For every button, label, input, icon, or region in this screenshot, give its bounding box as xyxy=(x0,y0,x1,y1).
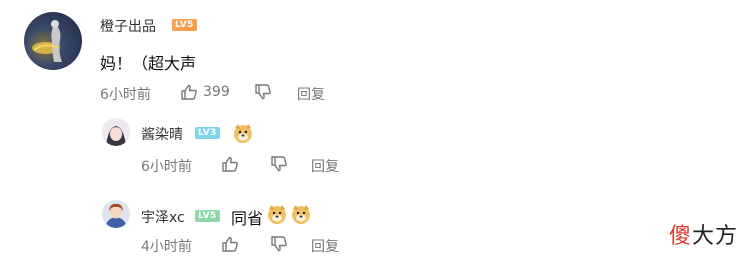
level-badge: LV5 xyxy=(172,19,197,31)
comment-time: 4小时前 xyxy=(141,239,192,255)
thumbs-up-icon[interactable] xyxy=(221,155,239,177)
user-avatar[interactable] xyxy=(102,118,130,146)
comment-time: 6小时前 xyxy=(100,87,151,103)
comment-time: 6小时前 xyxy=(141,159,192,175)
level-badge: LV5 xyxy=(195,210,220,222)
avatar-image xyxy=(102,118,130,146)
doge-emoji-icon xyxy=(290,203,312,225)
thumbs-down-icon[interactable] xyxy=(254,83,272,105)
doge-emoji-icon xyxy=(266,203,288,225)
thumbs-up-icon[interactable] xyxy=(180,83,198,105)
thumbs-down-icon[interactable] xyxy=(270,155,288,177)
username[interactable]: 酱染晴 xyxy=(141,124,183,144)
username[interactable]: 宇泽xc xyxy=(141,207,185,227)
doge-emoji-icon xyxy=(232,122,254,144)
watermark: 傻大方 xyxy=(669,218,738,250)
like-count: 399 xyxy=(203,84,230,100)
thumbs-down-icon[interactable] xyxy=(270,235,288,257)
avatar-image xyxy=(24,12,82,70)
reply-button[interactable]: 回复 xyxy=(311,156,339,176)
username[interactable]: 橙子出品 xyxy=(100,16,156,36)
watermark-part-black: 大方 xyxy=(691,224,738,249)
reply-button[interactable]: 回复 xyxy=(297,84,325,104)
thumbs-up-icon[interactable] xyxy=(221,235,239,257)
user-avatar[interactable] xyxy=(102,200,130,228)
user-avatar[interactable] xyxy=(24,12,82,70)
comment-text: 妈！（超大声 xyxy=(100,54,197,73)
comment-text: 同省 xyxy=(231,209,264,228)
reply-button[interactable]: 回复 xyxy=(311,236,339,256)
avatar-image xyxy=(102,200,130,228)
watermark-part-red: 傻 xyxy=(668,224,692,249)
level-badge: LV3 xyxy=(195,127,220,139)
